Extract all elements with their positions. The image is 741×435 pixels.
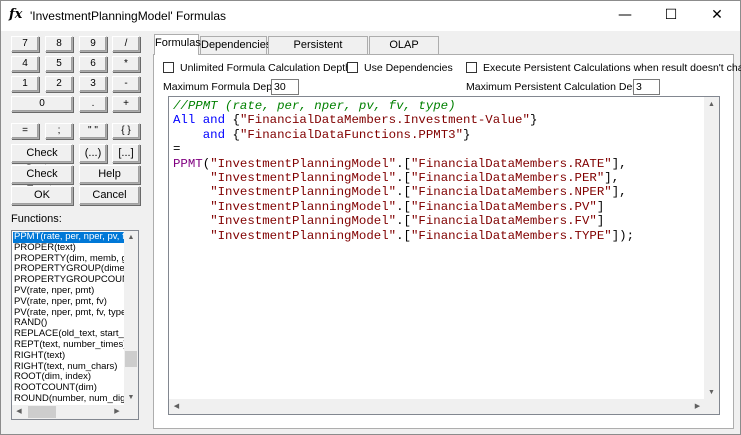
use-dependencies-checkbox[interactable]: Use Dependencies — [347, 62, 453, 74]
unlimited-depth-checkbox[interactable]: Unlimited Formula Calculation Depth — [163, 62, 351, 74]
formula-editor[interactable]: //PPMT (rate, per, nper, pv, fv, type) A… — [168, 96, 720, 415]
insert-brackets-button[interactable]: [...] — [112, 144, 140, 163]
dependency-1: "FinancialDataMembers.Investment-Value" — [239, 113, 530, 128]
key-divide[interactable]: / — [112, 36, 140, 52]
key-9[interactable]: 9 — [79, 36, 107, 52]
functions-list[interactable]: PPMT(rate, per, nper, pv, fv, type)PROPE… — [11, 230, 139, 420]
model-ref: "InvestmentPlanningModel" — [210, 199, 397, 214]
key-5[interactable]: 5 — [45, 56, 73, 72]
model-ref: "InvestmentPlanningModel" — [210, 171, 397, 186]
minimize-button[interactable]: — — [602, 1, 648, 31]
equals-sign: = — [173, 142, 181, 157]
formulas-window: fx 'InvestmentPlanningModel' Formulas — … — [0, 0, 741, 435]
tab-formulas[interactable]: Formulas — [154, 34, 201, 55]
tab-dependencies[interactable]: Dependencies — [200, 36, 271, 54]
scrollbar-corner — [704, 399, 719, 414]
key-equals[interactable]: = — [11, 123, 39, 139]
editor-horizontal-scrollbar[interactable]: ◀ ▶ — [169, 399, 705, 414]
key-6[interactable]: 6 — [79, 56, 107, 72]
keyword-and: and — [202, 113, 226, 128]
key-7[interactable]: 7 — [11, 36, 39, 52]
max-persistent-depth-label: Maximum Persistent Calculation Depth: — [466, 81, 650, 93]
max-persistent-depth-input[interactable]: 3 — [633, 79, 660, 95]
model-ref: "InvestmentPlanningModel" — [210, 185, 397, 200]
scroll-left-icon[interactable]: ◀ — [12, 405, 26, 419]
insert-parentheses-button[interactable]: (...) — [79, 144, 107, 163]
scroll-right-icon[interactable]: ▶ — [110, 405, 124, 419]
check-syntax-button[interactable]: Check Syntax — [11, 144, 73, 175]
scroll-up-icon[interactable]: ▲ — [704, 97, 719, 112]
functions-label: Functions: — [11, 213, 62, 225]
max-formula-depth-label: Maximum Formula Depth: — [163, 81, 284, 93]
scroll-up-icon[interactable]: ▲ — [124, 231, 138, 245]
tab-persistent-calculations[interactable]: Persistent Calculations — [268, 36, 368, 67]
arg-type: "FinancialDataMembers.TYPE" — [410, 228, 612, 243]
scroll-right-icon[interactable]: ▶ — [690, 399, 705, 414]
tab-olap-services[interactable]: OLAP Services — [369, 36, 439, 67]
execute-persistent-label: Execute Persistent Calculations when res… — [483, 62, 741, 74]
key-0[interactable]: 0 — [11, 96, 73, 112]
check-empty-button[interactable]: Check Empty — [11, 165, 73, 196]
function-list-item[interactable]: ROUND(number, num_digits) — [13, 393, 125, 405]
key-semicolon[interactable]: ; — [45, 123, 73, 139]
scroll-down-icon[interactable]: ▼ — [704, 385, 719, 400]
maximize-button[interactable]: ☐ — [648, 1, 694, 31]
formula-code[interactable]: //PPMT (rate, per, nper, pv, fv, type) A… — [173, 99, 634, 243]
function-name: PPMT — [173, 156, 203, 171]
use-dependencies-label: Use Dependencies — [364, 62, 453, 74]
key-minus[interactable]: - — [112, 76, 140, 92]
help-button[interactable]: Help — [79, 165, 140, 184]
functions-items[interactable]: PPMT(rate, per, nper, pv, fv, type)PROPE… — [13, 232, 125, 406]
model-ref: "InvestmentPlanningModel" — [210, 228, 397, 243]
ok-button[interactable]: OK — [11, 186, 73, 205]
editor-vertical-scrollbar[interactable]: ▲ ▼ — [704, 97, 719, 400]
key-plus[interactable]: + — [112, 96, 140, 112]
checkbox-box[interactable] — [466, 62, 477, 73]
key-1[interactable]: 1 — [11, 76, 39, 92]
arg-fv: "FinancialDataMembers.FV" — [410, 214, 597, 229]
keyword-all: All — [173, 113, 196, 128]
scroll-thumb-horizontal[interactable] — [28, 406, 56, 418]
arg-pv: "FinancialDataMembers.PV" — [410, 199, 597, 214]
key-braces[interactable]: { } — [112, 123, 140, 139]
functions-vertical-scrollbar[interactable]: ▲ ▼ — [124, 231, 138, 405]
arg-per: "FinancialDataMembers.PER" — [410, 171, 605, 186]
key-8[interactable]: 8 — [45, 36, 73, 52]
title-bar[interactable]: fx 'InvestmentPlanningModel' Formulas — … — [1, 1, 740, 31]
execute-persistent-checkbox[interactable]: Execute Persistent Calculations when res… — [466, 62, 741, 74]
formula-comment: //PPMT (rate, per, nper, pv, fv, type) — [173, 99, 456, 113]
functions-horizontal-scrollbar[interactable]: ◀ ▶ — [12, 405, 138, 419]
key-3[interactable]: 3 — [79, 76, 107, 92]
dependency-2: "FinancialDataFunctions.PPMT3" — [239, 127, 464, 142]
keyword-and: and — [202, 127, 226, 142]
arg-rate: "FinancialDataMembers.RATE" — [410, 156, 612, 171]
scroll-thumb[interactable] — [125, 351, 137, 367]
unlimited-depth-label: Unlimited Formula Calculation Depth — [180, 62, 351, 74]
fx-icon: fx — [9, 7, 23, 22]
max-formula-depth-input[interactable]: 30 — [271, 79, 299, 95]
scroll-down-icon[interactable]: ▼ — [124, 391, 138, 405]
key-decimal[interactable]: . — [79, 96, 107, 112]
close-button[interactable]: ✕ — [694, 1, 740, 31]
scroll-left-icon[interactable]: ◀ — [169, 399, 184, 414]
cancel-button[interactable]: Cancel — [79, 186, 140, 205]
function-list-item[interactable]: PV(rate, nper, pmt, fv) — [13, 296, 125, 308]
model-ref: "InvestmentPlanningModel" — [210, 156, 397, 171]
arg-nper: "FinancialDataMembers.NPER" — [410, 185, 612, 200]
key-quotes[interactable]: " " — [79, 123, 107, 139]
function-list-item[interactable]: RIGHT(text) — [13, 350, 125, 362]
window-title: 'InvestmentPlanningModel' Formulas — [30, 9, 227, 23]
key-2[interactable]: 2 — [45, 76, 73, 92]
function-list-item[interactable]: PROPER(text) — [13, 242, 125, 254]
checkbox-box[interactable] — [163, 62, 174, 73]
model-ref: "InvestmentPlanningModel" — [210, 214, 397, 229]
checkbox-box[interactable] — [347, 62, 358, 73]
key-multiply[interactable]: * — [112, 56, 140, 72]
key-4[interactable]: 4 — [11, 56, 39, 72]
